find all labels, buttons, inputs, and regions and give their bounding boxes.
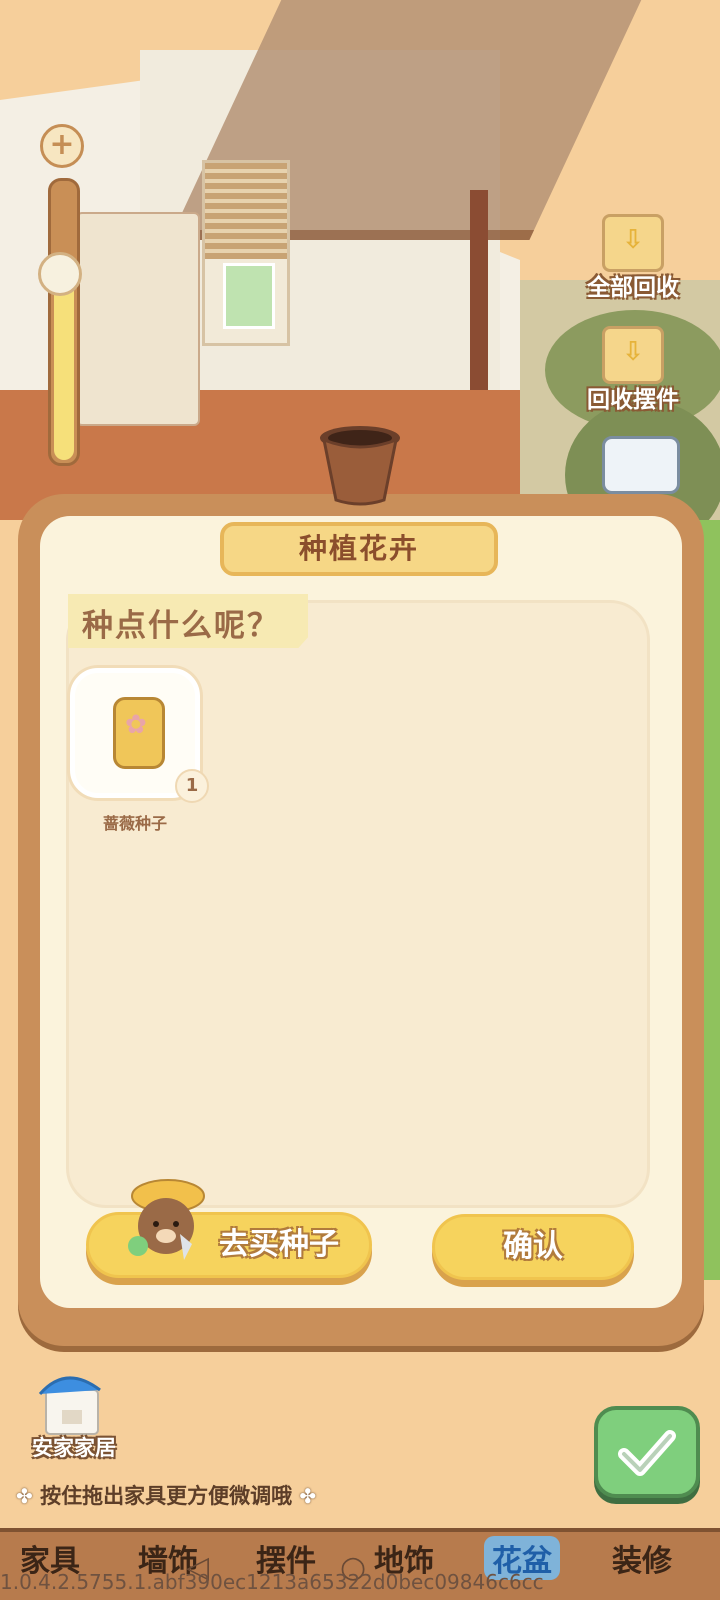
seed-count-badge: 1 — [175, 769, 209, 803]
home-furnishing-label: 安家家居 — [32, 1436, 116, 1460]
confirm-label: 确认 — [503, 1229, 563, 1264]
box-recycle-item-icon — [602, 326, 664, 384]
zoom-slider[interactable] — [48, 178, 80, 466]
sparkle-icon: ✤ — [16, 1484, 33, 1508]
recycle-item-button[interactable]: 回收摆件 — [578, 326, 688, 414]
truck-icon[interactable] — [602, 436, 680, 494]
zoom-in-button[interactable]: + — [40, 124, 84, 168]
seed-item-card[interactable]: 1 — [70, 668, 209, 803]
recycle-all-button[interactable]: 全部回收 — [578, 214, 688, 302]
recycle-all-label: 全部回收 — [587, 275, 679, 301]
bear-character-icon — [128, 1179, 205, 1260]
wardrobe-furniture[interactable] — [76, 212, 200, 426]
buy-seeds-label: 去买种子 — [219, 1227, 339, 1262]
dialog-title-text: 种植花卉 — [298, 532, 419, 565]
prompt-banner: 种点什么呢？ — [68, 594, 308, 648]
seed-bag-icon — [113, 697, 165, 769]
home-furnishing-icon[interactable] — [36, 1370, 112, 1436]
confirm-check-button[interactable] — [594, 1406, 700, 1498]
zoom-slider-fill — [54, 270, 74, 460]
dialog-title: 种植花卉 — [220, 522, 498, 576]
seed-name-label: 蔷薇种子 — [102, 814, 167, 833]
sparkle-icon: ✤ — [299, 1484, 317, 1508]
hint-text: 按住拖出家具更方便微调哦 — [40, 1484, 293, 1508]
window-pane — [223, 263, 275, 329]
version-string: 1.0.4.2.5755.1.abf390ec1213a65322d0bec09… — [0, 1570, 544, 1594]
hint-bar: ✤ 按住拖出家具更方便微调哦 ✤ — [16, 1480, 396, 1512]
confirm-button[interactable]: 确认 — [432, 1214, 634, 1280]
zoom-slider-knob[interactable] — [38, 252, 82, 296]
game-scene: + 全部回收 回收摆件 种植花卉 种点什么呢？ 1 蔷薇种子 去买种子 — [0, 0, 720, 1600]
flower-pot-icon — [320, 426, 400, 506]
window-blind — [205, 163, 287, 259]
box-recycle-all-icon — [602, 214, 664, 272]
window-furniture[interactable] — [202, 160, 290, 346]
prompt-text: 种点什么呢？ — [82, 608, 280, 644]
recycle-item-label: 回收摆件 — [587, 387, 679, 413]
tab-renovation[interactable]: 装修 — [612, 1536, 672, 1580]
checkmark-icon — [618, 1430, 676, 1476]
